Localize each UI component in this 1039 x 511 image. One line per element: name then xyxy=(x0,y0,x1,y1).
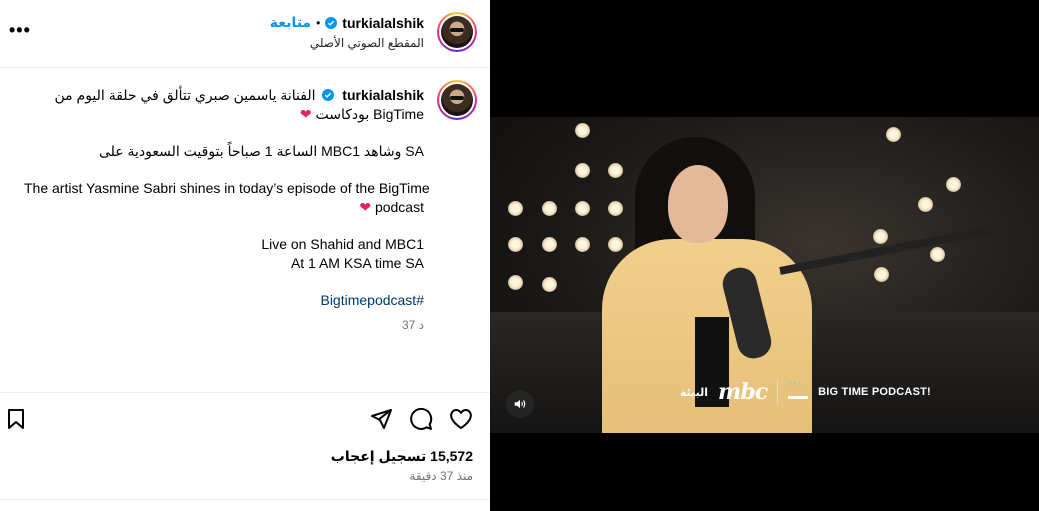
ar-logo: البيئة xyxy=(680,386,709,399)
separator-dot: • xyxy=(316,15,321,30)
caption-line6: Live on Shahid and MBC1 xyxy=(261,236,424,252)
caption-text-line2: بودكاست BigTime xyxy=(315,106,425,122)
reel-video[interactable]: البيئة mbc BIG TIME PODCAST! xyxy=(490,117,1039,433)
author-username[interactable]: turkialalshik xyxy=(342,15,424,31)
header-author-line: متابعة • turkialalshik xyxy=(270,14,424,31)
share-icon[interactable] xyxy=(369,407,393,431)
caption-line3: الساعة 1 صباحاً بتوقيت السعودية على MBC1… xyxy=(98,143,424,159)
caption-username[interactable]: turkialalshik xyxy=(342,87,424,103)
caption-line7: At 1 AM KSA time SA xyxy=(290,255,424,271)
original-audio-link[interactable]: المقطع الصوتي الأصلي xyxy=(310,36,424,50)
person-face xyxy=(668,165,728,243)
media-area: البيئة mbc BIG TIME PODCAST! xyxy=(490,0,1039,511)
likes-count[interactable]: 15,572 تسجيل إعجاب xyxy=(331,448,473,465)
caption-line4: The artist Yasmine Sabri shines in today… xyxy=(24,180,430,196)
caption-first-line: الفنانة ياسمين صبري تتألق في حلقة اليوم … xyxy=(24,86,424,105)
post-header: متابعة • turkialalshik المقطع الصوتي الأ… xyxy=(0,0,490,68)
post-sidebar: متابعة • turkialalshik المقطع الصوتي الأ… xyxy=(0,0,490,511)
speaker-icon xyxy=(514,399,526,409)
heart-emoji: ❤ xyxy=(299,106,312,122)
comment-icon[interactable] xyxy=(409,407,433,431)
logo-separator xyxy=(777,380,779,404)
post-timestamp: منذ 37 دقيقة xyxy=(409,469,473,483)
follow-button[interactable]: متابعة xyxy=(270,14,311,31)
bigtime-logo: BIG TIME PODCAST! xyxy=(818,386,931,398)
broadcast-logos: البيئة mbc BIG TIME PODCAST! xyxy=(680,379,931,405)
post-caption: الفنانة ياسمين صبري تتألق في حلقة اليوم … xyxy=(24,86,430,335)
caption-text-line1: الفنانة ياسمين صبري تتألق في حلقة اليوم … xyxy=(54,87,316,103)
mbc-logo: mbc xyxy=(718,379,768,405)
hashtag-link[interactable]: Bigtimepodcast# xyxy=(24,291,424,310)
post-actions-bar xyxy=(0,392,490,444)
caption-text-line5: podcast xyxy=(374,199,424,215)
caption-line2: ❤ بودكاست BigTime xyxy=(24,105,424,124)
more-options-icon[interactable]: ••• xyxy=(9,20,31,41)
verified-icon xyxy=(322,89,335,101)
bigtime-mark-icon xyxy=(788,379,809,399)
save-bookmark-icon[interactable] xyxy=(4,407,28,431)
mute-toggle[interactable] xyxy=(506,390,534,418)
caption-avatar[interactable] xyxy=(437,80,477,120)
verified-icon xyxy=(325,16,338,29)
author-avatar[interactable] xyxy=(437,12,477,52)
heart-emoji: ❤ xyxy=(359,199,372,215)
divider xyxy=(0,499,490,500)
like-heart-icon[interactable] xyxy=(449,407,473,431)
caption-time: 37 د xyxy=(401,318,424,332)
mic-arm xyxy=(779,223,1007,275)
caption-line5: ❤ podcast xyxy=(24,198,424,217)
